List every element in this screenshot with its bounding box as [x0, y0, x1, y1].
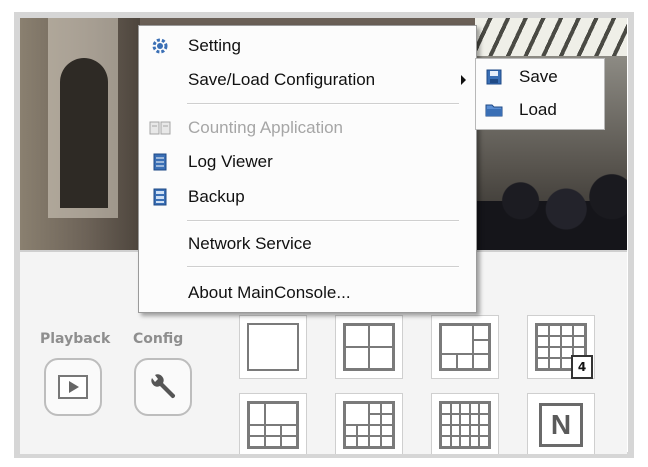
counting-icon [149, 118, 171, 138]
submenu-arrow-icon [461, 75, 466, 85]
log-viewer-icon [149, 152, 171, 172]
layout-4x4-button[interactable]: 4 [527, 315, 595, 379]
gear-icon [149, 36, 171, 56]
config-label: Config [133, 331, 184, 347]
menu-item-network-service[interactable]: Network Service [139, 229, 474, 259]
n-icon: N [539, 403, 583, 447]
layout-n-button[interactable]: N [527, 393, 595, 454]
quad-view-icon [343, 323, 395, 371]
floppy-disk-icon [484, 67, 504, 87]
menu-item-counting-application: Counting Application [139, 113, 474, 143]
backup-icon [149, 187, 171, 207]
submenu-item-save[interactable]: Save [476, 62, 602, 92]
twenty-view-icon [439, 401, 491, 449]
single-view-icon [247, 323, 299, 371]
menu-item-log-viewer[interactable]: Log Viewer [139, 147, 474, 177]
menu-separator [187, 220, 459, 222]
two-plus-six-view-icon [247, 401, 299, 449]
menu-separator [187, 103, 459, 105]
config-button[interactable] [134, 358, 192, 416]
layout-5x4-button[interactable] [431, 393, 499, 454]
context-menu: Setting Save/Load Configuration Counting… [138, 25, 477, 313]
playback-button[interactable] [44, 358, 102, 416]
layout-2x2-button[interactable] [335, 315, 403, 379]
play-icon [58, 375, 88, 399]
folder-icon [484, 100, 504, 120]
submenu-item-load[interactable]: Load [476, 95, 602, 125]
layout-1plus12-button[interactable] [335, 393, 403, 454]
menu-separator [187, 266, 459, 268]
layout-count-badge: 4 [571, 355, 593, 379]
one-plus-twelve-view-icon [343, 401, 395, 449]
layout-2plus6-button[interactable] [239, 393, 307, 454]
wrench-icon [151, 374, 176, 399]
menu-item-about-mainconsole[interactable]: About MainConsole... [139, 278, 474, 308]
layout-1plus5-button[interactable] [431, 315, 499, 379]
menu-item-setting[interactable]: Setting [139, 31, 474, 61]
playback-label: Playback [40, 331, 111, 347]
save-load-submenu: Save Load [475, 58, 605, 130]
menu-item-backup[interactable]: Backup [139, 182, 474, 212]
one-plus-five-view-icon [439, 323, 491, 371]
layout-1x1-button[interactable] [239, 315, 307, 379]
menu-item-save-load-configuration[interactable]: Save/Load Configuration [139, 65, 474, 95]
